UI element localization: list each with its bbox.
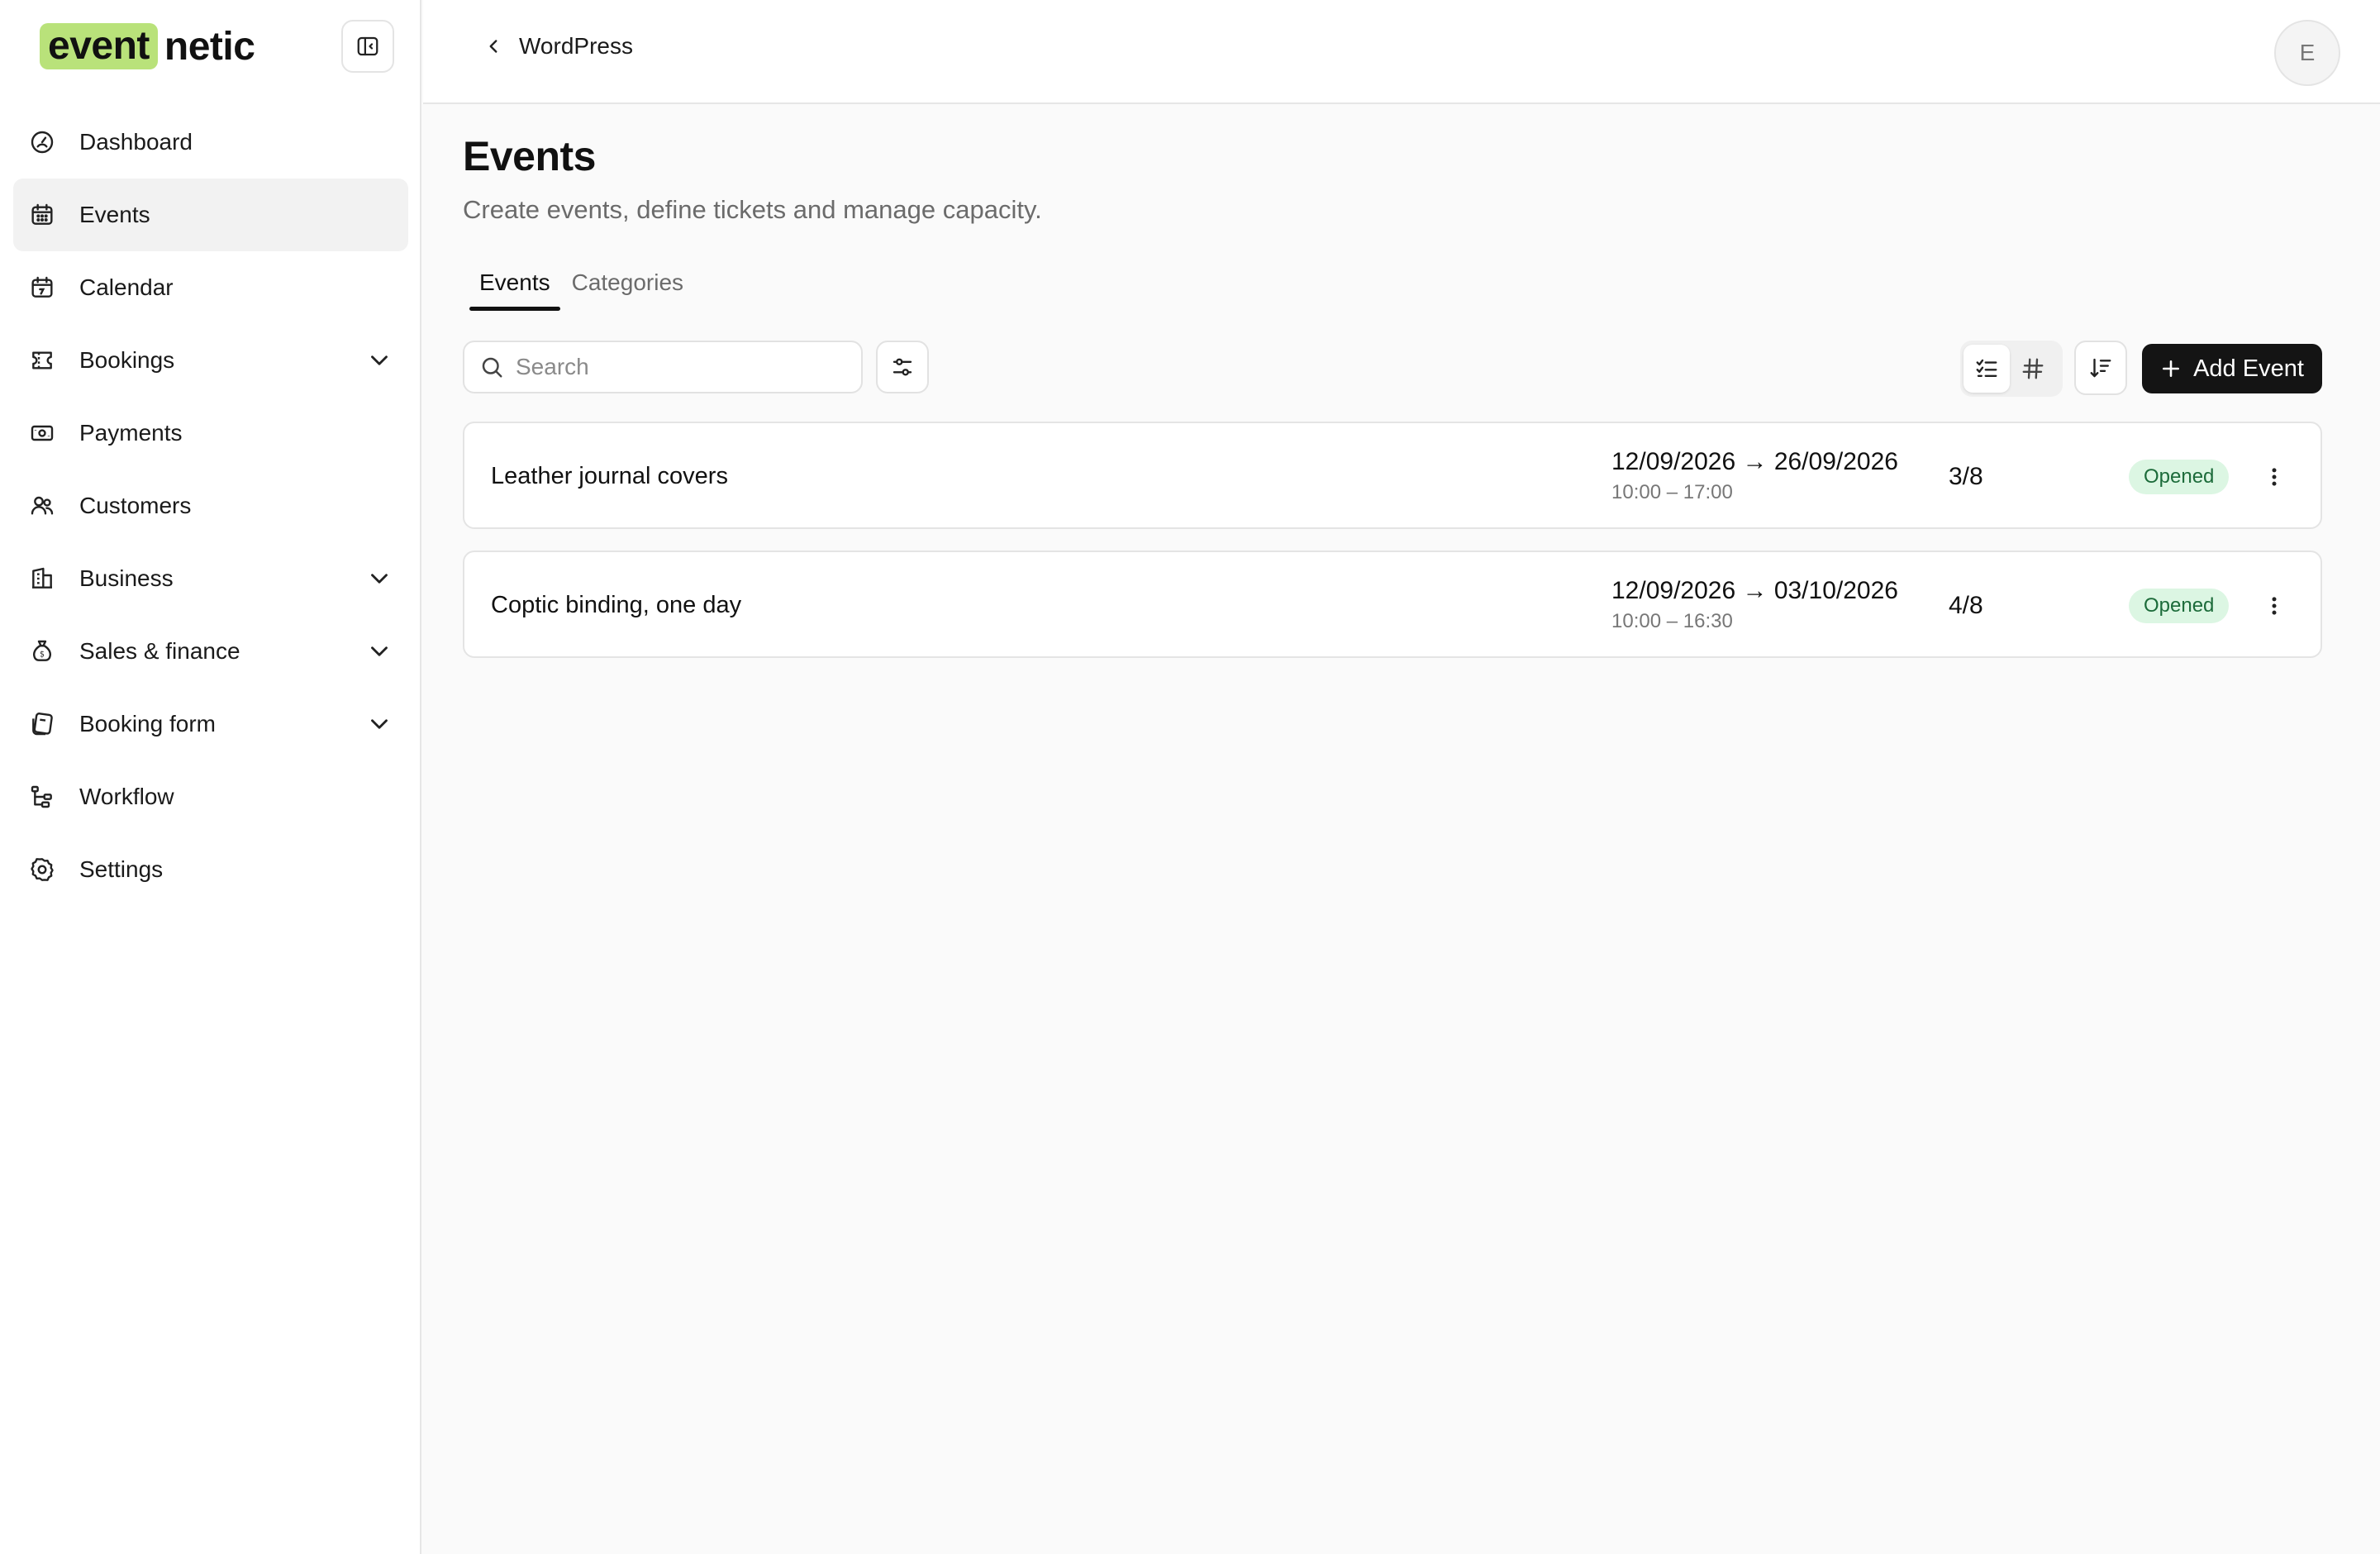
page-title: Events <box>463 133 596 179</box>
row-actions-button[interactable] <box>2258 589 2291 622</box>
event-name[interactable]: Coptic binding, one day <box>491 592 741 619</box>
avatar-initial: E <box>2299 40 2316 65</box>
chevron-left-icon <box>489 40 497 53</box>
brand-logo-part2: netic <box>164 24 255 69</box>
tab-bar: Events Categories <box>469 263 695 311</box>
sidebar-item-payments[interactable]: Payments <box>13 397 408 470</box>
grid-view-button[interactable] <box>2010 345 2056 393</box>
calendar-icon <box>28 274 56 302</box>
event-capacity: 3/8 <box>1949 463 1983 490</box>
sort-icon <box>2090 358 2111 378</box>
checklist-icon <box>1976 359 1997 377</box>
sidebar-item-workflow[interactable]: Workflow <box>13 760 408 833</box>
tab-events[interactable]: Events <box>469 263 560 311</box>
event-row[interactable]: Leather journal covers 12/09/2026 → 26/0… <box>463 422 2322 529</box>
row-actions-button[interactable] <box>2258 460 2291 493</box>
sidebar-item-label: Booking form <box>79 711 216 736</box>
sidebar-item-label: Bookings <box>79 347 175 373</box>
sidebar-item-business[interactable]: Business <box>13 542 408 615</box>
gear-icon <box>28 856 56 884</box>
user-avatar[interactable]: E <box>2274 20 2340 86</box>
money-icon <box>28 419 56 447</box>
event-time-range: 10:00 – 16:30 <box>1611 610 1733 632</box>
event-name[interactable]: Leather journal covers <box>491 463 728 490</box>
more-vertical-icon <box>2272 468 2277 486</box>
status-badge: Opened <box>2129 460 2230 494</box>
add-event-label: Add Event <box>2193 355 2304 382</box>
chevron-down-icon <box>371 646 388 656</box>
sidebar-item-label: Events <box>79 202 150 227</box>
svg-text:$: $ <box>40 651 45 660</box>
sidebar-item-calendar[interactable]: Calendar <box>13 251 408 324</box>
money-bag-icon: $ <box>28 637 56 665</box>
sidebar-item-booking-form[interactable]: Booking form <box>13 688 408 760</box>
sidebar-toggle-icon <box>357 36 378 56</box>
sidebar-item-label: Calendar <box>79 274 174 300</box>
status-badge: Opened <box>2129 589 2230 623</box>
sidebar-item-sales-finance[interactable]: $ Sales & finance <box>13 615 408 688</box>
event-row[interactable]: Coptic binding, one day 12/09/2026 → 03/… <box>463 551 2322 658</box>
sidebar-item-events[interactable]: Events <box>13 179 408 251</box>
calendar-grid-icon <box>28 201 56 229</box>
sidebar: event netic Dashboard Events Calendar Bo… <box>0 0 421 1554</box>
event-date-range: 12/09/2026 → 03/10/2026 <box>1611 577 1898 604</box>
sidebar-item-customers[interactable]: Customers <box>13 470 408 542</box>
chevron-down-icon <box>371 719 388 729</box>
sidebar-nav: Dashboard Events Calendar Bookings Payme… <box>13 106 408 906</box>
event-time-range: 10:00 – 17:00 <box>1611 481 1733 503</box>
sidebar-item-label: Sales & finance <box>79 638 240 664</box>
top-bar: WordPress E <box>423 0 2380 104</box>
view-mode-toggle <box>1960 341 2063 397</box>
event-capacity: 4/8 <box>1949 592 1983 619</box>
sidebar-item-label: Dashboard <box>79 129 193 155</box>
sidebar-item-dashboard[interactable]: Dashboard <box>13 106 408 179</box>
filter-button[interactable] <box>876 341 929 393</box>
sliders-icon <box>892 358 912 376</box>
more-vertical-icon <box>2272 597 2277 615</box>
back-link[interactable]: WordPress <box>483 33 633 60</box>
workflow-icon <box>28 783 56 811</box>
search-icon <box>482 357 502 378</box>
sidebar-item-settings[interactable]: Settings <box>13 833 408 906</box>
tab-categories[interactable]: Categories <box>562 263 693 311</box>
hash-grid-icon <box>2022 358 2044 379</box>
search-input[interactable] <box>516 354 830 380</box>
plus-icon <box>2163 360 2180 377</box>
building-icon <box>28 565 56 593</box>
sidebar-item-label: Settings <box>79 856 164 882</box>
sidebar-collapse-button[interactable] <box>341 20 394 73</box>
sidebar-item-label: Workflow <box>79 784 174 809</box>
sidebar-item-label: Business <box>79 565 174 591</box>
ticket-icon <box>28 346 56 374</box>
add-event-button[interactable]: Add Event <box>2142 344 2322 393</box>
form-icon <box>28 710 56 738</box>
users-icon <box>28 492 56 520</box>
chevron-down-icon <box>371 355 388 365</box>
sidebar-item-label: Customers <box>79 493 192 518</box>
chevron-down-icon <box>371 574 388 584</box>
list-view-button[interactable] <box>1963 345 2010 393</box>
brand-logo-part1: event <box>40 23 158 69</box>
back-link-label: WordPress <box>519 33 633 59</box>
search-box[interactable] <box>463 341 863 393</box>
sidebar-item-bookings[interactable]: Bookings <box>13 324 408 397</box>
sort-button[interactable] <box>2074 341 2127 395</box>
dashboard-icon <box>28 128 56 156</box>
brand-logo[interactable]: event netic <box>40 23 255 69</box>
page-subtitle: Create events, define tickets and manage… <box>463 195 1042 224</box>
sidebar-item-label: Payments <box>79 420 183 446</box>
event-date-range: 12/09/2026 → 26/09/2026 <box>1611 448 1898 475</box>
